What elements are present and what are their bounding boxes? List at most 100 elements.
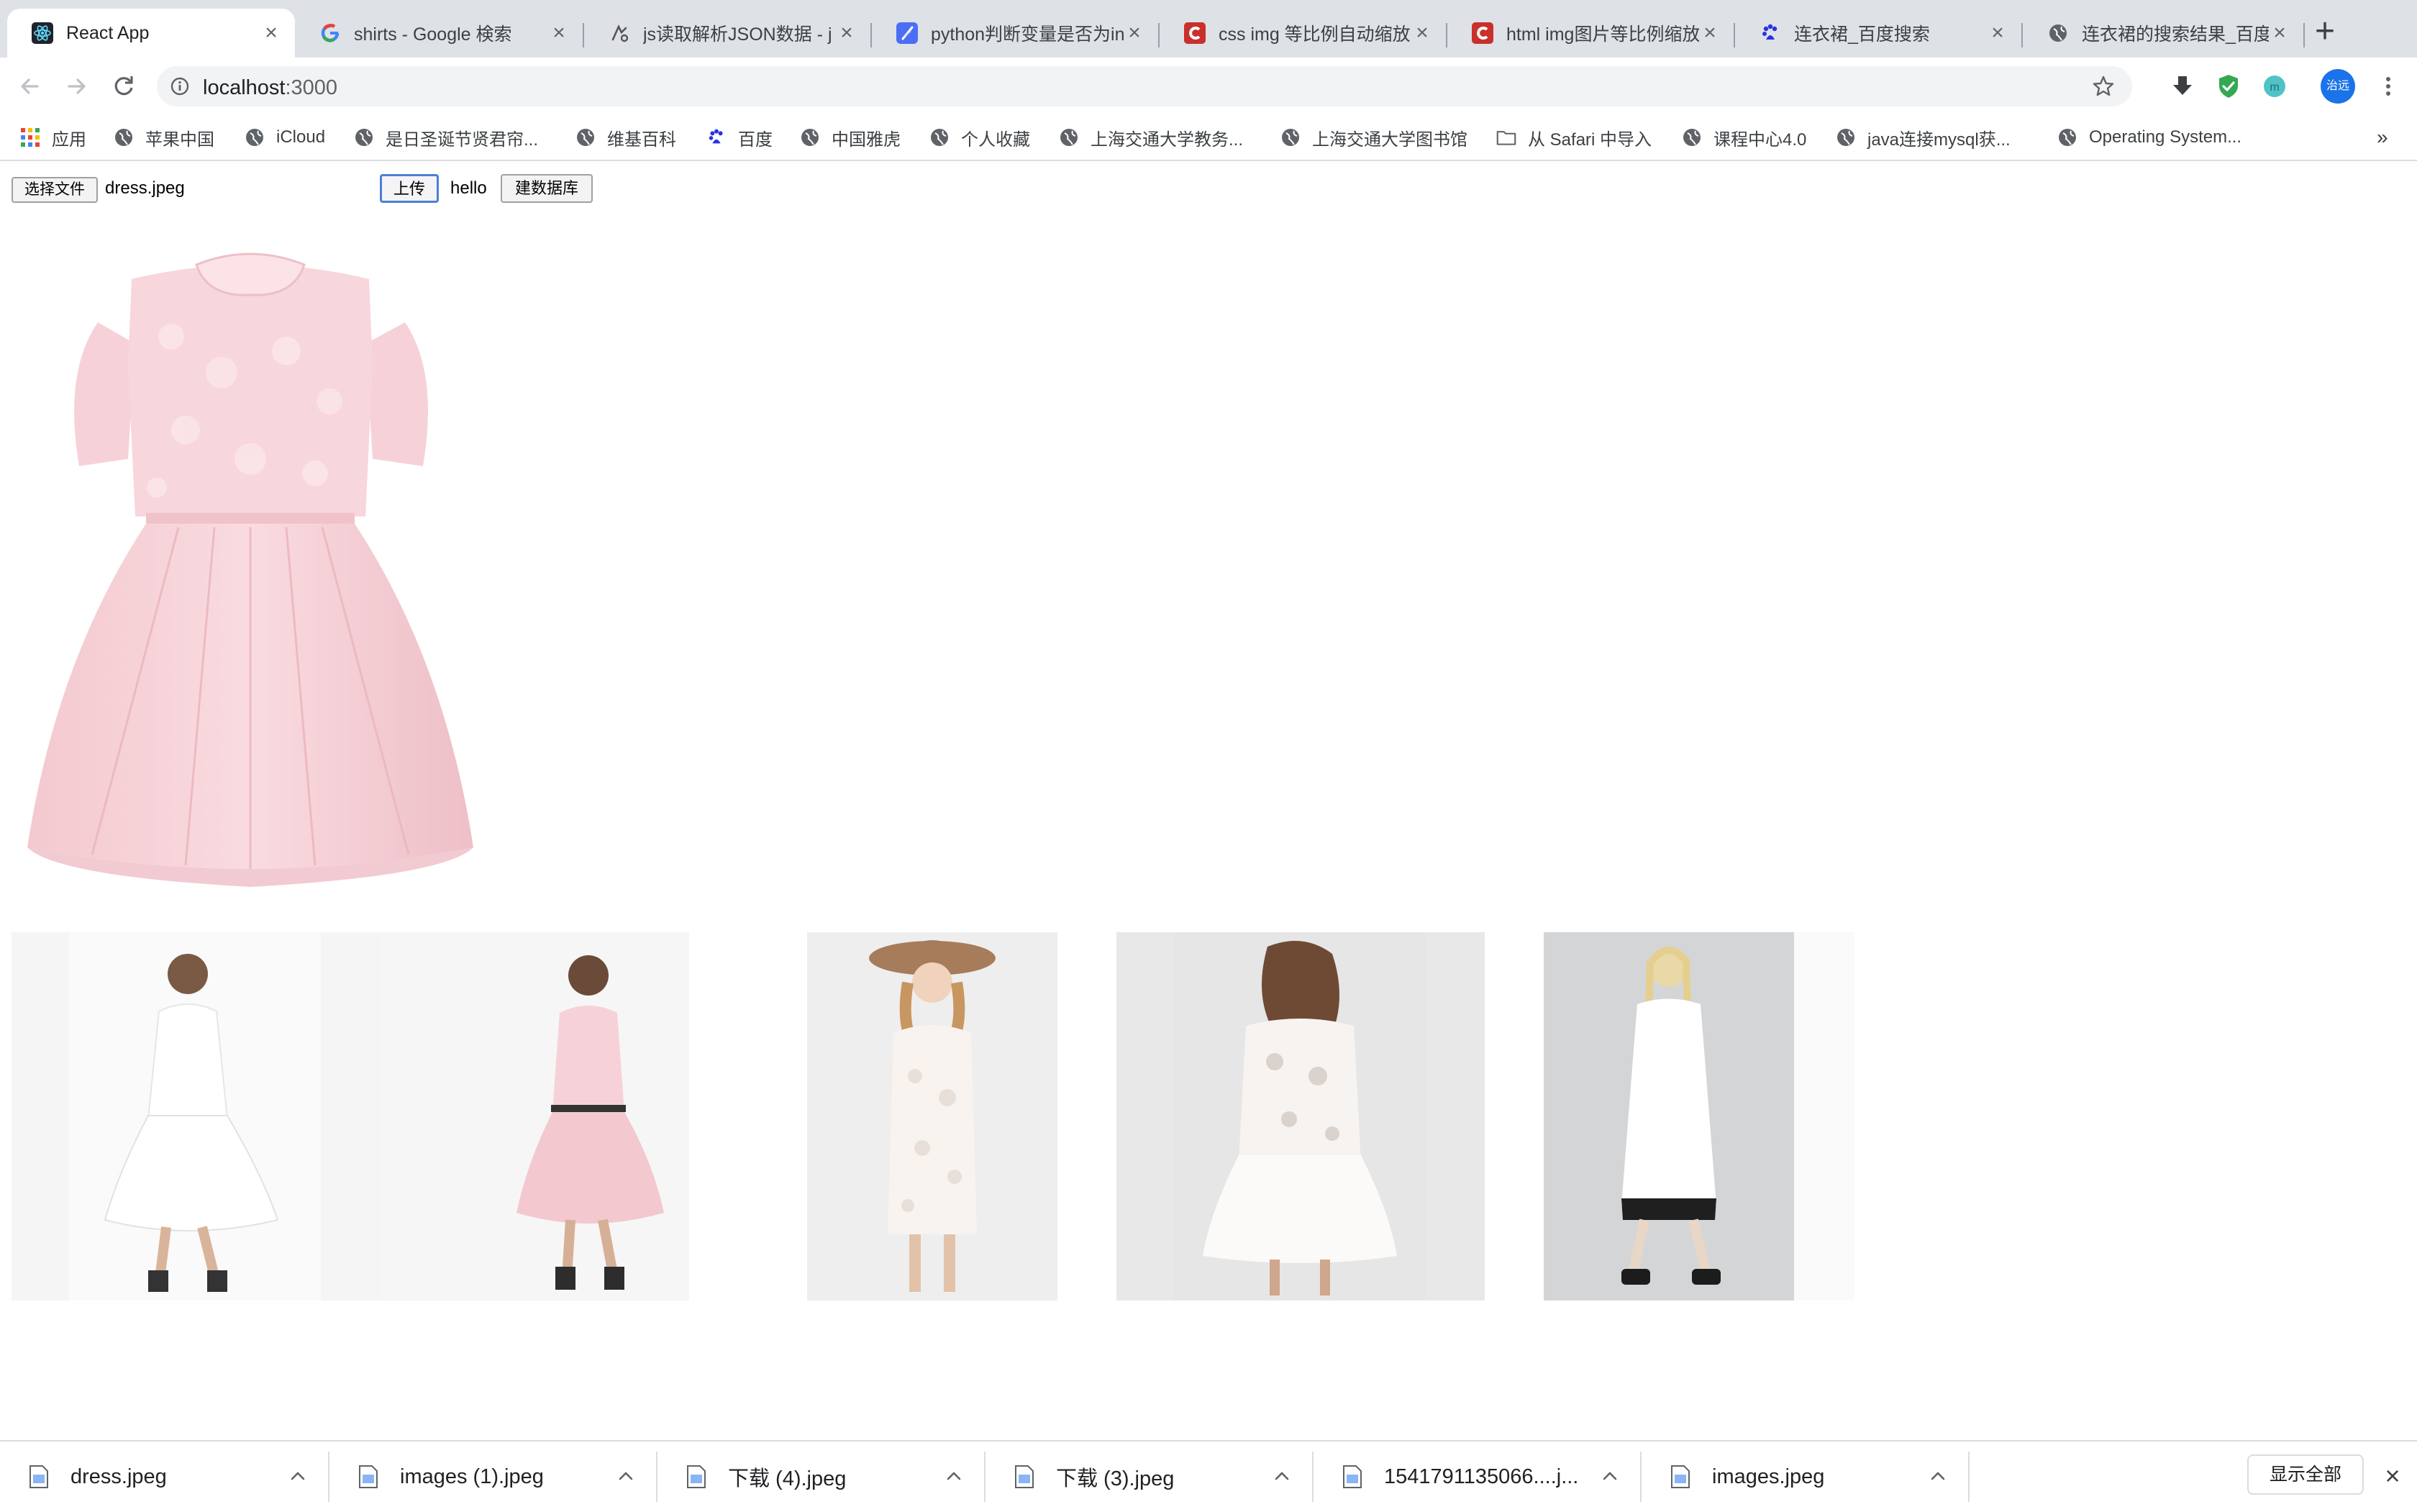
download-separator: [1968, 1452, 1970, 1502]
bookmark-apps[interactable]: 应用: [20, 124, 86, 151]
bookmark-label: 是日圣诞节贤君帘...: [386, 129, 539, 150]
bookmark-sjtu-academic[interactable]: 上海交通大学教务...: [1059, 124, 1243, 151]
bookmark-icloud[interactable]: iCloud: [245, 124, 325, 151]
tab-python-check[interactable]: python判断变量是否为in ×: [872, 9, 1158, 58]
browser-toolbar: localhost:3000 m 治远: [0, 58, 2417, 115]
download-item[interactable]: 下载 (3).jpeg: [986, 1442, 1311, 1512]
bookmark-operating-system[interactable]: Operating System...: [2057, 124, 2241, 151]
chevron-up-icon: [619, 1472, 633, 1480]
result-image-5: [1544, 932, 1854, 1301]
folder-icon: [1496, 127, 1516, 147]
bookmark-label: 百度: [738, 129, 773, 150]
tab-baidu-search[interactable]: 连衣裙_百度搜索 ×: [1735, 9, 2021, 58]
result-image-1: [12, 932, 380, 1301]
bookmark-sjtu-library[interactable]: 上海交通大学图书馆: [1280, 124, 1467, 151]
bookmark-favorites[interactable]: 个人收藏: [929, 124, 1030, 151]
tab-html-img-scale[interactable]: html img图片等比例缩放 ×: [1447, 9, 1734, 58]
download-item[interactable]: 1541791135066....j...: [1314, 1442, 1639, 1512]
globe-icon: [1059, 127, 1079, 147]
close-icon[interactable]: ×: [2380, 1463, 2405, 1489]
globe-icon: [1836, 127, 1856, 147]
reload-button[interactable]: [108, 70, 140, 102]
chevron-up-icon: [1931, 1472, 1945, 1480]
download-item[interactable]: images (1).jpeg: [329, 1442, 655, 1512]
extension-shield-button[interactable]: [2213, 70, 2244, 102]
bookmark-apple-china[interactable]: 苹果中国: [114, 124, 214, 151]
chevron-up-icon: [1275, 1472, 1289, 1480]
bookmark-course-center[interactable]: 课程中心4.0: [1682, 124, 1806, 151]
download-arrow-icon: [2173, 76, 2192, 95]
choose-file-button[interactable]: 选择文件: [12, 177, 98, 203]
tab-title: css img 等比例自动缩放: [1219, 24, 1411, 45]
image-file-icon: [1015, 1465, 1034, 1488]
close-icon[interactable]: ×: [260, 22, 282, 44]
close-icon[interactable]: ×: [1699, 22, 1721, 44]
upload-button[interactable]: 上传: [380, 174, 439, 203]
close-icon[interactable]: ×: [1411, 22, 1433, 44]
bookmark-label: java连接mysql获...: [1867, 129, 2011, 150]
show-all-downloads-button[interactable]: 显示全部: [2247, 1454, 2364, 1495]
download-item[interactable]: 下载 (4).jpeg: [657, 1442, 983, 1512]
browser-menu-button[interactable]: [2372, 70, 2404, 102]
url-text: localhost:3000: [203, 76, 337, 100]
downloads-button[interactable]: [2167, 70, 2198, 102]
chevron-up-icon: [291, 1472, 305, 1480]
bookmark-christmas[interactable]: 是日圣诞节贤君帘...: [354, 124, 538, 151]
globe-icon: [800, 127, 820, 147]
bookmarks-bar: 应用 苹果中国 iCloud 是日圣诞节贤君帘... 维基百科 百度 中国雅虎 …: [0, 115, 2417, 161]
globe-icon: [2057, 127, 2077, 147]
globe-icon: [1682, 127, 1702, 147]
download-item[interactable]: dress.jpeg: [0, 1442, 327, 1512]
globe-icon: [354, 127, 374, 147]
chevron-up-icon: [947, 1472, 961, 1480]
close-icon[interactable]: ×: [836, 22, 857, 44]
bookmarks-overflow-button[interactable]: »: [2377, 124, 2388, 151]
bookmark-yahoo-china[interactable]: 中国雅虎: [800, 124, 901, 151]
star-icon: [2093, 76, 2114, 96]
tab-react-app[interactable]: React App ×: [7, 9, 295, 58]
result-image-2: [380, 932, 689, 1301]
google-icon: [319, 22, 341, 44]
tab-css-img-scale[interactable]: css img 等比例自动缩放 ×: [1160, 9, 1446, 58]
bookmark-baidu[interactable]: 百度: [706, 124, 773, 151]
svg-text:m: m: [2270, 81, 2279, 94]
build-database-button[interactable]: 建数据库: [501, 174, 593, 203]
csdn-icon: [1472, 22, 1493, 44]
tab-json-parse[interactable]: js读取解析JSON数据 - j ×: [584, 9, 870, 58]
bookmark-java-mysql[interactable]: java连接mysql获...: [1836, 124, 2011, 151]
feather-icon: [896, 22, 918, 44]
download-item[interactable]: images.jpeg: [1642, 1442, 1967, 1512]
new-tab-button[interactable]: +: [2309, 14, 2341, 49]
extension-m-button[interactable]: m: [2259, 70, 2290, 102]
address-bar[interactable]: localhost:3000: [157, 66, 2132, 106]
info-icon: [170, 77, 189, 96]
bookmark-wikipedia[interactable]: 维基百科: [575, 124, 676, 151]
tab-google-search[interactable]: shirts - Google 検索 ×: [295, 9, 583, 58]
tab-title: js读取解析JSON数据 - j: [643, 24, 832, 45]
avatar[interactable]: 治远: [2321, 69, 2355, 104]
baidu-paw-icon: [1760, 22, 1781, 44]
bookmark-safari-import[interactable]: 从 Safari 中导入: [1496, 124, 1652, 151]
reload-icon: [114, 76, 133, 96]
csdn-icon: [1184, 22, 1206, 44]
tab-baidu-images[interactable]: 连衣裙的搜索结果_百度图 ×: [2023, 9, 2303, 58]
tab-title: React App: [66, 22, 150, 43]
bookmark-label: 上海交通大学图书馆: [1312, 129, 1467, 150]
close-icon[interactable]: ×: [2269, 22, 2290, 44]
image-file-icon: [29, 1465, 48, 1488]
url-host: localhost: [203, 76, 286, 99]
tab-title: html img图片等比例缩放: [1506, 24, 1699, 45]
shield-check-icon: [2219, 75, 2238, 98]
close-icon[interactable]: ×: [1124, 22, 1145, 44]
close-icon[interactable]: ×: [1987, 22, 2008, 44]
bookmark-label: 苹果中国: [145, 129, 214, 150]
result-image-3: [807, 932, 1057, 1301]
globe-icon: [2047, 22, 2069, 44]
download-file-name: 下载 (4).jpeg: [728, 1467, 847, 1490]
forward-button[interactable]: [60, 70, 92, 102]
back-button[interactable]: [14, 70, 46, 102]
bookmark-label: 课程中心4.0: [1713, 129, 1807, 150]
close-icon[interactable]: ×: [548, 22, 570, 44]
react-icon: [32, 22, 53, 44]
bookmark-label: 中国雅虎: [832, 129, 901, 150]
